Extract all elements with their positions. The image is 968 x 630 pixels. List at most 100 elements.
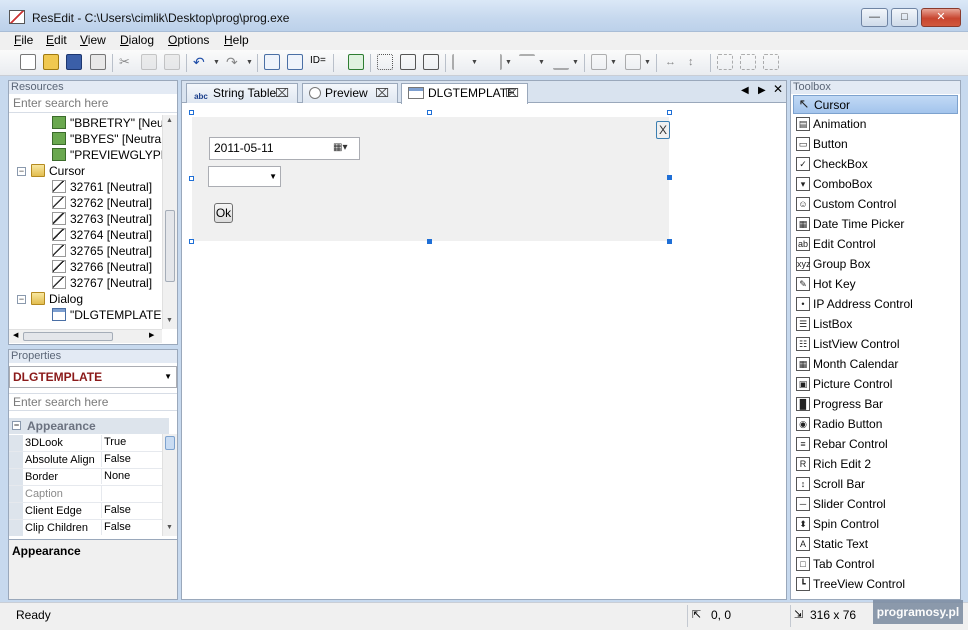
scroll-left-icon[interactable]: ◀ [13,331,18,339]
close-document-icon[interactable]: ✕ [773,82,783,96]
toolbox-item-progress-bar[interactable]: █ Progress Bar [793,395,958,414]
resources-horizontal-scrollbar[interactable]: ◀ ▶ [9,329,162,343]
scroll-down-icon[interactable]: ▼ [166,524,173,531]
menu-options[interactable]: Options [168,33,209,47]
dialog-properties-icon[interactable] [264,54,280,70]
resize-handle-bottom-right[interactable] [667,239,672,244]
property-value[interactable]: False [101,503,167,518]
property-row[interactable]: Client Edge False [9,503,169,520]
tree-item[interactable]: 32763 [Neutral] [52,212,152,228]
toolbox-item-combobox[interactable]: ▾ ComboBox [793,175,958,194]
same-height-icon[interactable]: ↕ [688,54,704,70]
tree-item[interactable]: 32766 [Neutral] [52,260,152,276]
align-left-icon[interactable] [452,54,468,70]
toolbox-item-radio-button[interactable]: ◉ Radio Button [793,415,958,434]
property-row[interactable]: Absolute Align False [9,452,169,469]
property-row[interactable]: Border None [9,469,169,486]
tree-item[interactable]: "BBYES" [Neutral] [52,132,163,148]
tree-item[interactable]: "PREVIEWGLYPH" [ [52,148,163,164]
save-icon[interactable] [66,54,82,70]
tree-item[interactable]: 32764 [Neutral] [52,228,152,244]
minimize-button[interactable]: — [861,8,888,27]
tree-item[interactable]: "DLGTEMPLATE" [N [52,308,163,324]
cut-icon[interactable]: ✂ [119,54,135,70]
properties-vertical-scrollbar[interactable]: ▼ [162,434,177,536]
collapse-icon[interactable]: − [12,421,21,430]
tab-string-table[interactable]: abc String Table ⌧ [186,83,298,103]
tab-order-icon[interactable] [287,54,303,70]
chevron-down-icon[interactable]: ▼ [269,172,277,181]
menu-dialog[interactable]: Dialog [120,33,154,47]
property-value[interactable]: False [101,520,167,535]
resource-tree[interactable]: "BBRETRY" [Neutra "BBYES" [Neutral] "PREVI… [9,115,163,329]
resize-handle-top-left[interactable] [189,110,194,115]
same-size-icon[interactable] [763,54,779,70]
close-tab-icon[interactable]: ⌧ [275,84,289,102]
toolbox-item-scroll-bar[interactable]: ↕ Scroll Bar [793,475,958,494]
align-top-icon[interactable] [519,54,535,70]
resize-handle-left[interactable] [189,176,194,181]
tree-item[interactable]: 32765 [Neutral] [52,244,152,260]
dialog-close-button[interactable]: X [656,121,670,139]
close-window-button[interactable]: ✕ [921,8,961,27]
toolbox-item-picture-control[interactable]: ▣ Picture Control [793,375,958,394]
scroll-right-icon[interactable]: ▶ [149,331,154,339]
toolbox-item-tab-control[interactable]: □ Tab Control [793,555,958,574]
ok-button-control[interactable]: Ok [214,203,233,223]
date-time-picker-control[interactable]: 2011-05-11 ▦▾ [209,137,360,160]
toolbox-item-listview-control[interactable]: ☷ ListView Control [793,335,958,354]
center-horizontal-icon[interactable] [591,54,607,70]
tab-scroll-right-icon[interactable]: ▶ [758,85,766,96]
dialog-design-surface[interactable]: 2011-05-11 ▦▾ ▼ Ok X [192,117,670,241]
align-left-dropdown-icon[interactable]: ▼ [471,59,478,66]
object-selector-dropdown[interactable]: DLGTEMPLATE ▼ [9,366,177,388]
id-label-button[interactable]: ID= [310,55,326,66]
property-category-appearance[interactable]: − Appearance [9,418,169,434]
new-icon[interactable] [20,54,36,70]
tree-item[interactable]: 32767 [Neutral] [52,276,152,292]
toolbox-item-checkbox[interactable]: ✓ CheckBox [793,155,958,174]
align-bottom-dropdown-icon[interactable]: ▼ [572,59,579,66]
align-right-dropdown-icon[interactable]: ▼ [505,59,512,66]
toolbox-item-custom-control[interactable]: ☺ Custom Control [793,195,958,214]
combobox-control[interactable]: ▼ [208,166,281,187]
menu-file[interactable]: File [14,33,33,47]
rulers-icon[interactable] [423,54,439,70]
same-width-icon[interactable]: ↔ [665,54,681,70]
center-vertical-icon[interactable] [625,54,641,70]
toolbox-item-slider-control[interactable]: ─ Slider Control [793,495,958,514]
collapse-icon[interactable]: − [17,167,26,176]
toolbox-item-listbox[interactable]: ☰ ListBox [793,315,958,334]
toolbox-item-spin-control[interactable]: ⬍ Spin Control [793,515,958,534]
toolbox-item-rebar-control[interactable]: ≡ Rebar Control [793,435,958,454]
resize-handle-bottom-left[interactable] [189,239,194,244]
toolbox-item-rich-edit-2[interactable]: R Rich Edit 2 [793,455,958,474]
align-bottom-icon[interactable] [553,54,569,70]
toolbox-item-date-time-picker[interactable]: ▦ Date Time Picker [793,215,958,234]
open-folder-icon[interactable] [43,54,59,70]
toolbox-item-month-calendar[interactable]: ▦ Month Calendar [793,355,958,374]
align-top-dropdown-icon[interactable]: ▼ [538,59,545,66]
property-value[interactable]: False [101,452,167,467]
paste-icon[interactable] [164,54,180,70]
resources-search-input[interactable]: Enter search here [9,95,177,113]
redo-icon[interactable]: ↷ [226,54,242,70]
toolbox-item-animation[interactable]: ▤ Animation [793,115,958,134]
toolbox-item-hot-key[interactable]: ✎ Hot Key [793,275,958,294]
scroll-down-icon[interactable]: ▼ [166,317,173,324]
center-dropdown-icon[interactable]: ▼ [610,59,617,66]
close-tab-icon[interactable]: ⌧ [375,84,389,102]
resize-handle-right[interactable] [667,175,672,180]
scroll-thumb[interactable] [165,210,175,282]
property-row[interactable]: Clip Children False [9,520,169,536]
tab-dlgtemplate[interactable]: DLGTEMPLATE ⌧ [401,83,528,104]
toolbox-item-cursor[interactable]: ↖ Cursor [793,95,958,114]
scroll-thumb[interactable] [165,436,175,450]
close-tab-icon[interactable]: ⌧ [505,84,519,102]
toolbox-item-group-box[interactable]: xyz Group Box [793,255,958,274]
test-dialog-icon[interactable] [348,54,364,70]
tab-preview[interactable]: Preview ⌧ [302,83,398,103]
menu-view[interactable]: View [80,33,106,47]
property-value[interactable]: None [101,469,167,484]
space-across-icon[interactable] [717,54,733,70]
